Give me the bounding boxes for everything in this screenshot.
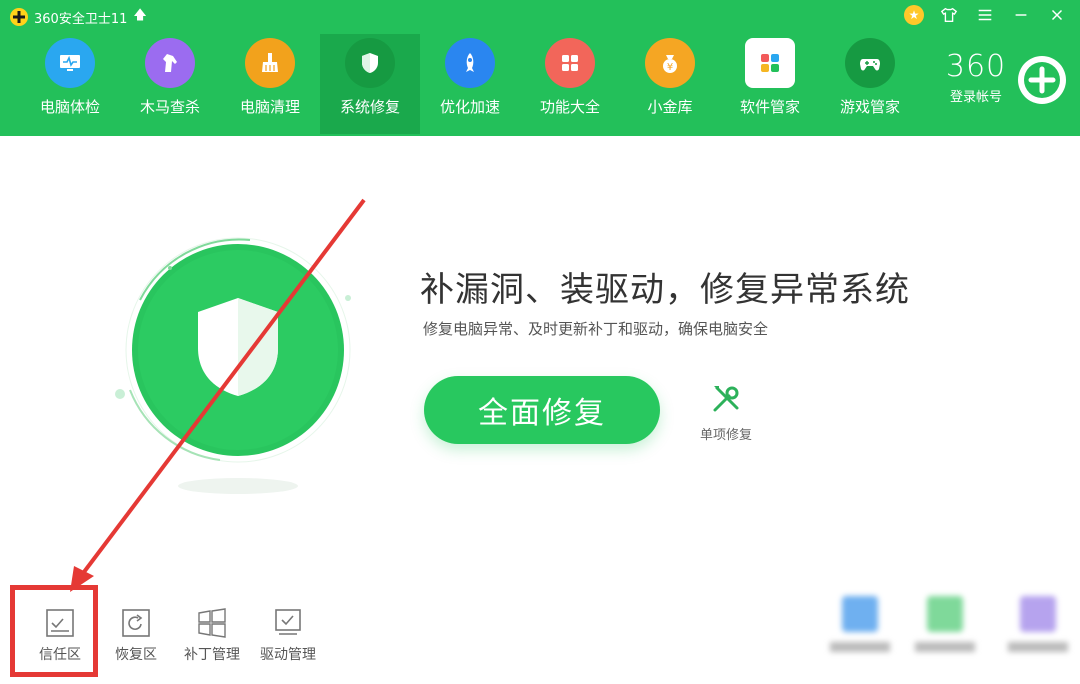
window-controls: ★ <box>904 4 1068 26</box>
nav-label: 电脑体检 <box>39 98 100 116</box>
patch-management-button[interactable]: 补丁管理 <box>174 606 250 664</box>
nav-item-speedup[interactable]: 优化加速 <box>420 34 520 134</box>
single-repair-label: 单项修复 <box>699 428 752 443</box>
nav-label: 软件管家 <box>739 98 800 116</box>
blurred-icon <box>927 596 963 632</box>
main-nav: 电脑体检 木马查杀 电脑清理 系统修复 优化加速 功能大全 ¥ 小金库 软件管家… <box>20 34 920 134</box>
tool-label: 信任区 <box>39 647 81 663</box>
full-repair-button[interactable]: 全面修复 <box>424 376 660 444</box>
page-subtitle: 修复电脑异常、及时更新补丁和驱动，确保电脑安全 <box>423 320 769 338</box>
restore-icon <box>122 609 150 637</box>
driver-icon <box>275 609 301 635</box>
tool-label: 补丁管理 <box>184 647 240 663</box>
medal-icon[interactable]: ★ <box>904 5 924 25</box>
tool-label: 驱动管理 <box>260 647 316 663</box>
nav-label: 电脑清理 <box>239 98 300 116</box>
blurred-tool-3 <box>1008 596 1068 652</box>
trust-zone-button[interactable]: 信任区 <box>22 606 98 664</box>
nav-label: 系统修复 <box>339 98 400 116</box>
bottom-toolbar: 信任区 恢复区 补丁管理 驱动管理 <box>22 606 326 664</box>
horse-icon <box>145 38 195 88</box>
tool-label: 恢复区 <box>115 647 157 663</box>
nav-item-wallet[interactable]: ¥ 小金库 <box>620 34 720 134</box>
title-bar: 360安全卫士11 🡅 <box>10 6 147 28</box>
account-logo: 360 <box>945 49 1007 84</box>
apps-icon <box>745 38 795 88</box>
coin-bag-icon: ¥ <box>645 38 695 88</box>
blurred-label <box>915 642 975 652</box>
skin-shirt-icon[interactable] <box>938 4 960 26</box>
upgrade-arrow-icon[interactable]: 🡅 <box>133 6 146 28</box>
blurred-tool-2 <box>915 596 975 652</box>
add-account-icon[interactable] <box>1018 56 1066 104</box>
nav-item-cleanup[interactable]: 电脑清理 <box>220 34 320 134</box>
nav-item-features[interactable]: 功能大全 <box>520 34 620 134</box>
repair-shield-graphic <box>100 230 370 500</box>
svg-text:¥: ¥ <box>667 62 673 73</box>
blurred-icon <box>842 596 878 632</box>
nav-item-checkup[interactable]: 电脑体检 <box>20 34 120 134</box>
nav-item-software-manager[interactable]: 软件管家 <box>720 34 820 134</box>
shield-icon <box>345 38 395 88</box>
page-headline: 补漏洞、装驱动，修复异常系统 <box>420 270 910 310</box>
blurred-label <box>1008 642 1068 652</box>
nav-item-trojan-scan[interactable]: 木马查杀 <box>120 34 220 134</box>
restore-zone-button[interactable]: 恢复区 <box>98 606 174 664</box>
nav-label: 小金库 <box>647 98 693 116</box>
nav-item-system-repair[interactable]: 系统修复 <box>320 34 420 134</box>
app-title: 360安全卫士11 <box>34 11 128 27</box>
windows-icon <box>198 608 226 638</box>
blurred-tool-1 <box>830 596 890 652</box>
monitor-icon <box>45 38 95 88</box>
rocket-icon <box>445 38 495 88</box>
trust-zone-icon <box>46 609 74 637</box>
top-bar: 360安全卫士11 🡅 ★ 电脑体检 木马查杀 电脑清理 系统修复 优化加速 功… <box>0 0 1080 136</box>
nav-label: 优化加速 <box>439 98 500 116</box>
minimize-icon[interactable] <box>1010 4 1032 26</box>
driver-management-button[interactable]: 驱动管理 <box>250 606 326 664</box>
menu-icon[interactable] <box>974 4 996 26</box>
close-icon[interactable] <box>1046 4 1068 26</box>
wrench-screwdriver-icon <box>713 386 739 412</box>
account-area[interactable]: 360 登录帐号 <box>936 49 1016 106</box>
broom-icon <box>245 38 295 88</box>
blurred-icon <box>1020 596 1056 632</box>
nav-label: 功能大全 <box>539 98 600 116</box>
login-label: 登录帐号 <box>949 90 1002 105</box>
gamepad-icon <box>845 38 895 88</box>
single-repair-button[interactable]: 单项修复 <box>694 382 758 443</box>
nav-label: 游戏管家 <box>839 98 900 116</box>
grid-icon <box>545 38 595 88</box>
nav-item-game-manager[interactable]: 游戏管家 <box>820 34 920 134</box>
app-logo-icon <box>10 8 28 26</box>
blurred-label <box>830 642 890 652</box>
nav-label: 木马查杀 <box>139 98 200 116</box>
